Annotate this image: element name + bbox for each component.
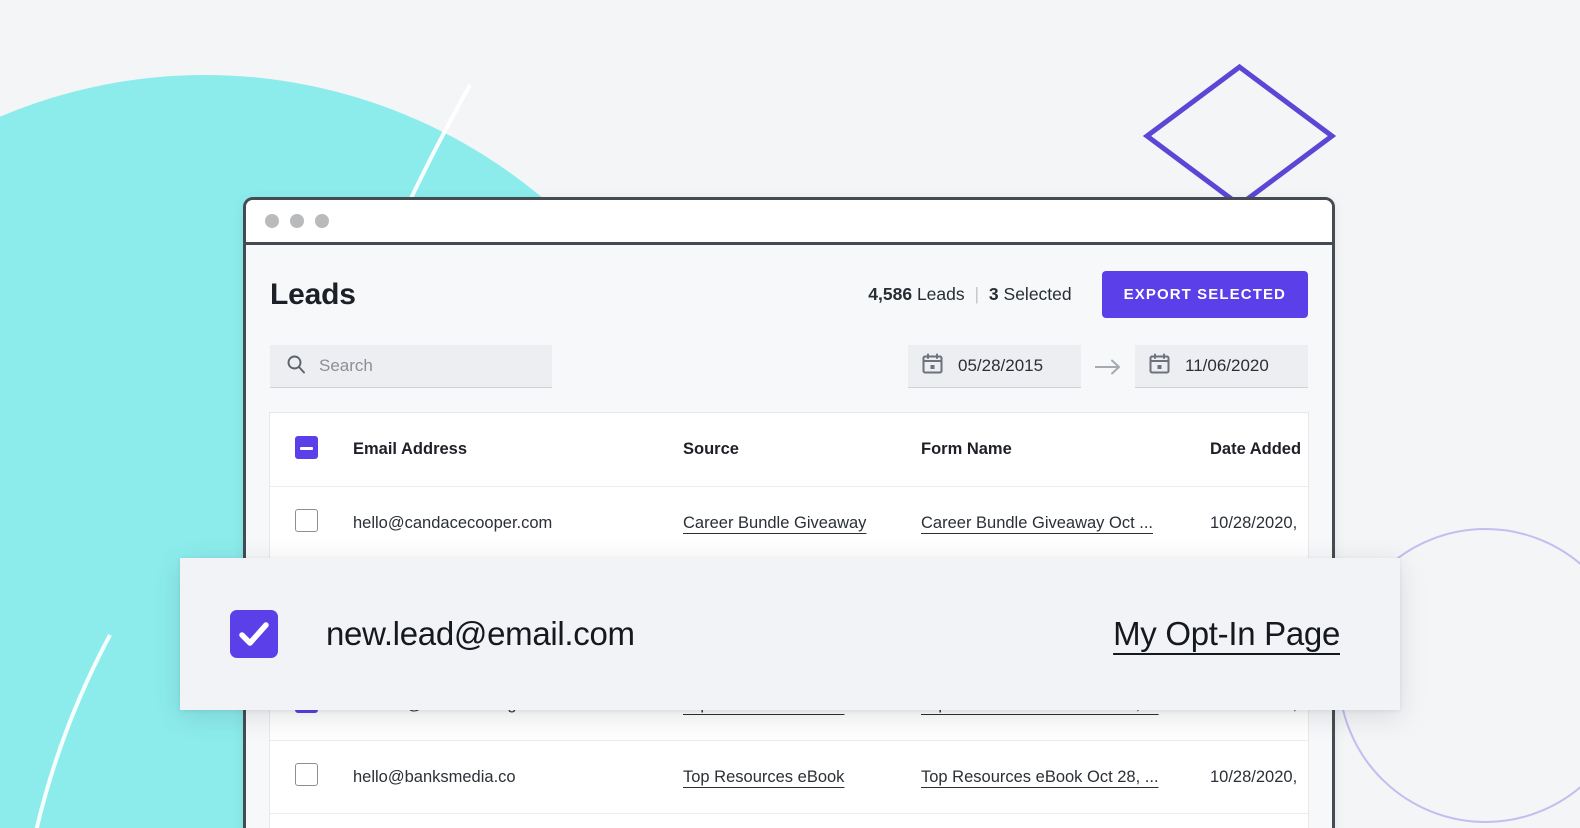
cell-date: 10/28/2020, (1210, 513, 1298, 532)
new-lead-highlight-card: new.lead@email.com My Opt-In Page (180, 558, 1400, 710)
table-row[interactable]: hello@banksmedia.co Top Resources eBook … (270, 741, 1308, 814)
column-header-email[interactable]: Email Address (353, 440, 683, 459)
date-to-value: 11/06/2020 (1185, 356, 1269, 375)
new-lead-checkbox[interactable] (230, 610, 278, 658)
search-field[interactable] (270, 345, 552, 388)
cell-source-link[interactable]: Top Resources eBook (683, 768, 844, 786)
maximize-dot-icon[interactable] (315, 214, 329, 228)
new-lead-opt-in-link[interactable]: My Opt-In Page (1113, 615, 1340, 653)
column-header-source[interactable]: Source (683, 440, 921, 459)
export-selected-button[interactable]: EXPORT SELECTED (1101, 271, 1308, 318)
leads-count-label: Leads (916, 284, 965, 304)
check-icon (239, 622, 269, 646)
purple-diamond-outline (1142, 63, 1337, 209)
date-from-field[interactable]: 05/28/2015 (908, 345, 1081, 388)
cell-source-link[interactable]: Career Bundle Giveaway (683, 514, 866, 532)
cell-date: 10/28/2020, (1210, 767, 1298, 786)
selected-count-value: 3 (988, 284, 999, 304)
select-all-cell[interactable] (295, 435, 353, 464)
filter-row: 05/28/2015 (246, 318, 1332, 388)
counts-separator: | (974, 284, 980, 304)
new-lead-email: new.lead@email.com (326, 615, 635, 652)
table-header-row: Email Address Source Form Name Date Adde… (270, 413, 1308, 487)
calendar-icon (1149, 353, 1170, 379)
row-checkbox-cell[interactable] (295, 763, 353, 791)
column-header-form-name[interactable]: Form Name (921, 440, 1210, 459)
minimize-dot-icon[interactable] (290, 214, 304, 228)
cell-email: hello@candacecooper.com (353, 513, 553, 532)
leads-count-value: 4,586 (868, 284, 913, 304)
cell-form-link[interactable]: Top Resources eBook Oct 28, ... (921, 768, 1159, 786)
calendar-icon (922, 353, 943, 379)
app-body: Leads 4,586 Leads | 3 Selected EXPORT SE… (246, 245, 1332, 828)
table-row[interactable]: hello@candacecooper.com Career Bundle Gi… (270, 487, 1308, 560)
lead-counts: 4,586 Leads | 3 Selected (868, 284, 1071, 305)
arrow-right-icon (1093, 358, 1123, 376)
leads-header: Leads 4,586 Leads | 3 Selected EXPORT SE… (246, 245, 1332, 318)
date-to-field[interactable]: 11/06/2020 (1135, 345, 1308, 388)
page-title: Leads (270, 277, 356, 311)
row-checkbox[interactable] (295, 763, 318, 786)
cell-email: hello@banksmedia.co (353, 767, 516, 786)
search-input[interactable] (319, 356, 519, 376)
header-actions: 4,586 Leads | 3 Selected EXPORT SELECTED (868, 271, 1308, 318)
row-checkbox-cell[interactable] (295, 509, 353, 537)
row-checkbox[interactable] (295, 509, 318, 532)
browser-window: Leads 4,586 Leads | 3 Selected EXPORT SE… (243, 197, 1335, 828)
browser-titlebar (246, 200, 1332, 245)
column-header-date-added[interactable]: Date Added (1210, 440, 1308, 459)
select-all-checkbox[interactable] (295, 435, 318, 459)
cell-form-link[interactable]: Career Bundle Giveaway Oct ... (921, 514, 1153, 532)
date-range-group: 05/28/2015 11/06/2020 (908, 345, 1308, 388)
date-from-value: 05/28/2015 (958, 356, 1044, 375)
close-dot-icon[interactable] (265, 214, 279, 228)
selected-count-label: Selected (1003, 284, 1072, 304)
search-icon (286, 354, 306, 379)
screenshot-canvas: Leads 4,586 Leads | 3 Selected EXPORT SE… (0, 0, 1580, 828)
